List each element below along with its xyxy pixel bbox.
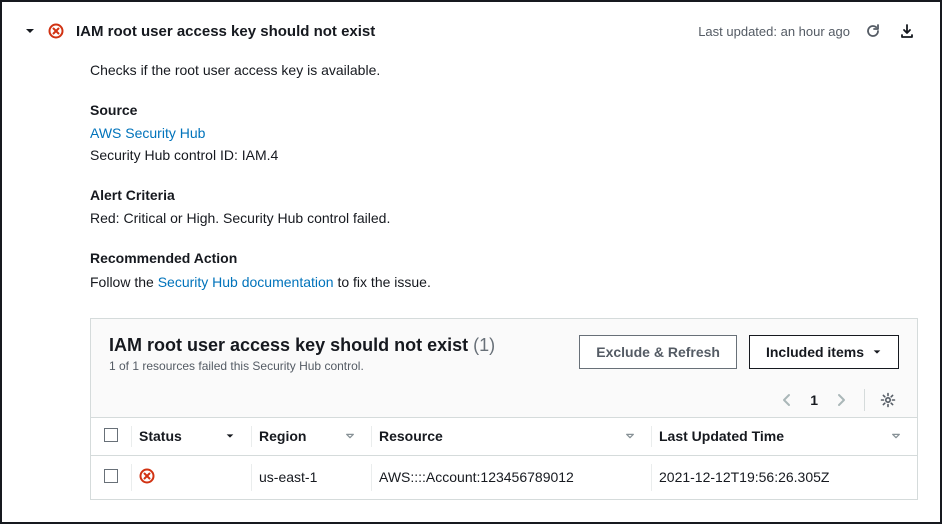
col-lastupdated-header[interactable]: Last Updated Time — [659, 428, 784, 444]
recommended-action-heading: Recommended Action — [90, 248, 918, 270]
control-id-text: Security Hub control ID: IAM.4 — [90, 145, 918, 167]
recommended-action-text: Follow the Security Hub documentation to… — [90, 272, 918, 294]
alert-criteria-text: Red: Critical or High. Security Hub cont… — [90, 208, 918, 230]
col-resource-header[interactable]: Resource — [379, 428, 443, 444]
page-next-icon[interactable] — [830, 389, 852, 411]
cell-lastupdated: 2021-12-12T19:56:26.305Z — [651, 455, 917, 499]
panel-count: (1) — [473, 335, 495, 355]
cell-resource: AWS::::Account:123456789012 — [371, 455, 651, 499]
included-items-button[interactable]: Included items — [749, 335, 899, 369]
page-number[interactable]: 1 — [810, 392, 818, 408]
included-items-label: Included items — [766, 344, 864, 360]
divider — [864, 389, 865, 411]
col-status-header[interactable]: Status — [139, 428, 182, 444]
sort-desc-icon[interactable] — [225, 431, 235, 441]
expand-caret[interactable] — [24, 25, 36, 37]
row-checkbox[interactable] — [104, 469, 118, 483]
status-fail-icon — [139, 468, 155, 484]
select-all-checkbox[interactable] — [104, 428, 118, 442]
sort-icon[interactable] — [891, 431, 901, 441]
resources-panel: IAM root user access key should not exis… — [90, 318, 918, 500]
cell-region: us-east-1 — [251, 455, 371, 499]
table-row[interactable]: us-east-1 AWS::::Account:123456789012 20… — [91, 455, 917, 499]
col-region-header[interactable]: Region — [259, 428, 306, 444]
exclude-refresh-button[interactable]: Exclude & Refresh — [579, 335, 737, 369]
refresh-icon[interactable] — [862, 20, 884, 42]
chevron-down-icon — [872, 347, 882, 357]
alert-criteria-heading: Alert Criteria — [90, 185, 918, 207]
gear-icon[interactable] — [877, 389, 899, 411]
status-fail-icon — [48, 23, 64, 39]
source-link[interactable]: AWS Security Hub — [90, 125, 205, 141]
last-updated-text: Last updated: an hour ago — [698, 24, 850, 39]
documentation-link[interactable]: Security Hub documentation — [158, 274, 334, 290]
description-text: Checks if the root user access key is av… — [90, 60, 918, 82]
recommended-action-suffix: to fix the issue. — [334, 274, 431, 290]
recommended-action-prefix: Follow the — [90, 274, 158, 290]
sort-icon[interactable] — [625, 431, 635, 441]
panel-title: IAM root user access key should not exis… — [109, 335, 468, 355]
finding-title: IAM root user access key should not exis… — [76, 23, 375, 40]
page-prev-icon[interactable] — [776, 389, 798, 411]
sort-icon[interactable] — [345, 431, 355, 441]
panel-subtitle: 1 of 1 resources failed this Security Hu… — [109, 359, 579, 373]
source-heading: Source — [90, 100, 918, 122]
download-icon[interactable] — [896, 20, 918, 42]
